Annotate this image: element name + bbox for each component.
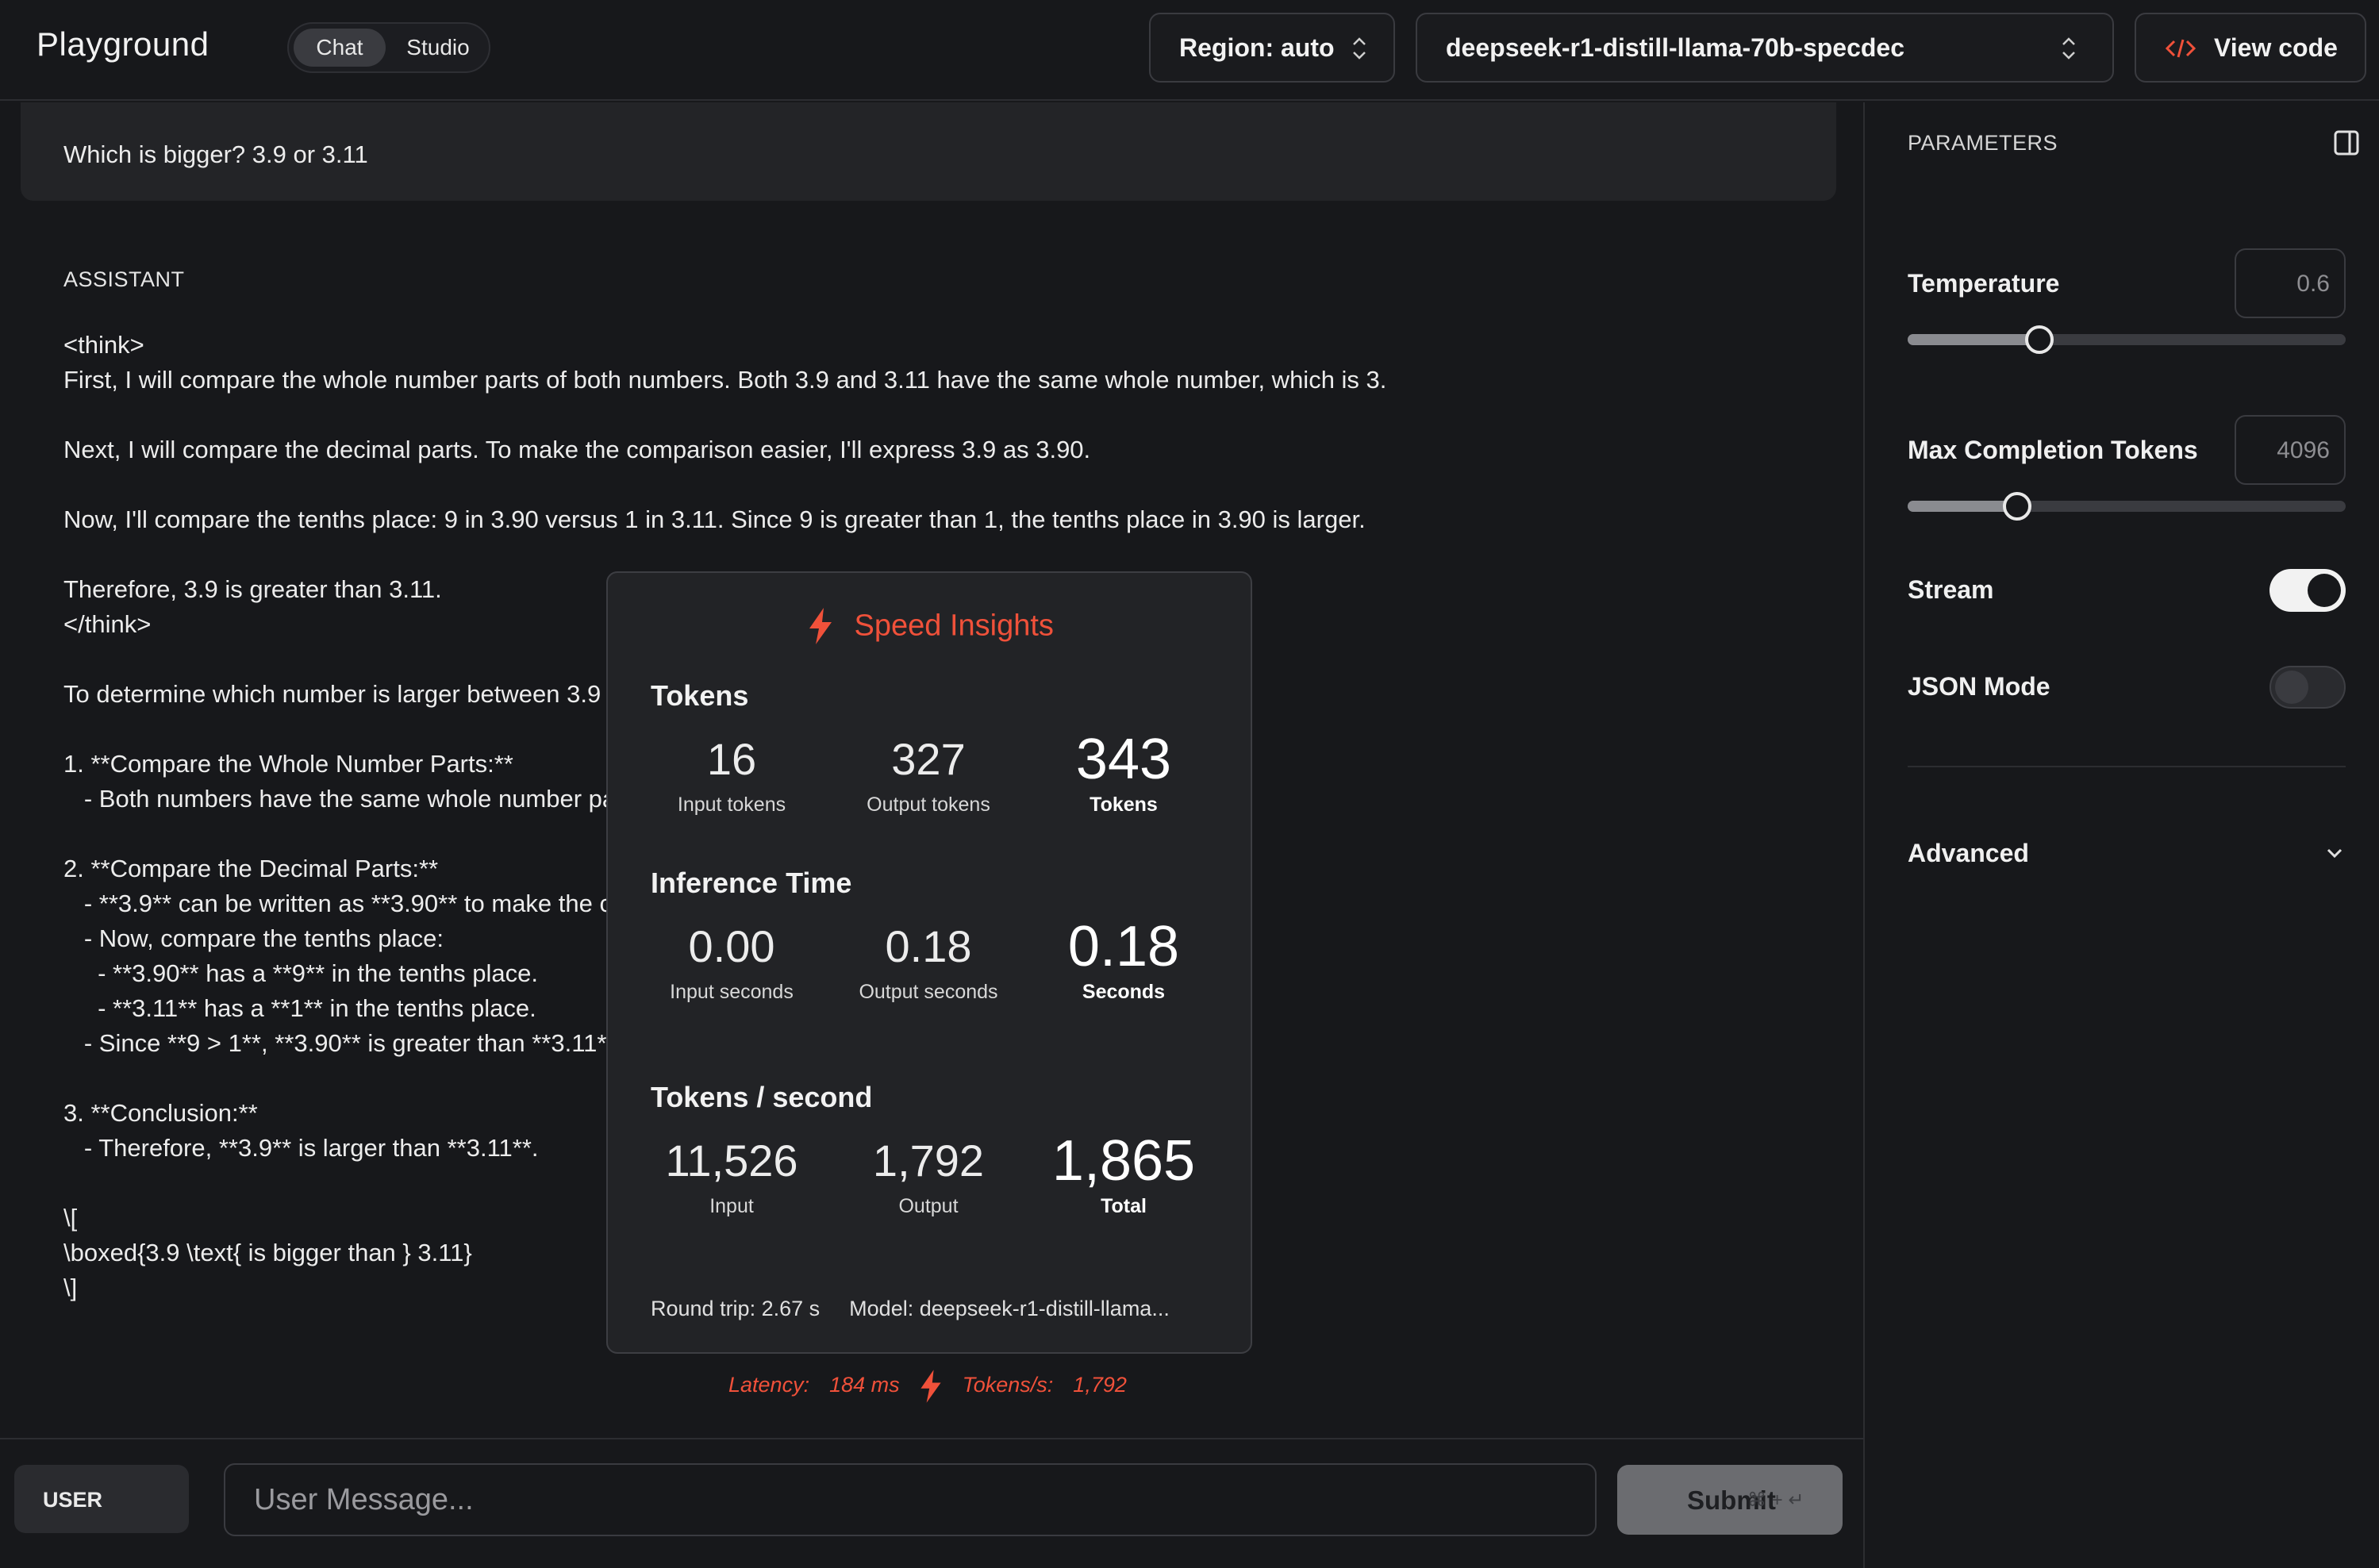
- output-tps-label: Output: [898, 1195, 959, 1217]
- top-bar: Playground Chat Studio Region: auto deep…: [0, 0, 2379, 101]
- temperature-slider[interactable]: [1908, 325, 2346, 354]
- latency-bar[interactable]: Latency: 184 ms Tokens/s: 1,792: [728, 1366, 1127, 1406]
- tokens-per-second-heading: Tokens / second: [651, 1081, 873, 1113]
- total-seconds-value: 0.18: [1067, 915, 1180, 978]
- total-tokens-value: 343: [1075, 728, 1172, 791]
- sidebar-toggle-icon[interactable]: [2333, 129, 2360, 156]
- max-tokens-slider-thumb[interactable]: [2003, 492, 2031, 521]
- model-select[interactable]: deepseek-r1-distill-llama-70b-specdec: [1416, 13, 2114, 83]
- view-code-button[interactable]: View code: [2135, 13, 2366, 83]
- output-seconds-value: 0.18: [885, 921, 972, 971]
- tokens-heading: Tokens: [651, 679, 749, 712]
- assistant-role-label: ASSISTANT: [63, 267, 185, 291]
- round-trip-text: Round trip: 2.67 s: [651, 1297, 821, 1320]
- chevron-updown-icon: [1353, 37, 1366, 60]
- max-tokens-slider-fill: [1908, 501, 2017, 512]
- chevron-down-icon[interactable]: [2323, 842, 2346, 864]
- tokens-per-second-value: 1,792: [1073, 1373, 1127, 1397]
- output-seconds-label: Output seconds: [859, 981, 998, 1003]
- speed-insights-header: Speed Insights: [608, 606, 1251, 646]
- speed-insights-title: Speed Insights: [854, 609, 1054, 643]
- max-tokens-value: 4096: [2277, 437, 2330, 463]
- lightning-icon: [809, 608, 832, 644]
- temperature-input[interactable]: 0.6: [2235, 248, 2346, 318]
- model-text: Model: deepseek-r1-distill-llama...: [849, 1297, 1170, 1320]
- input-tokens-value: 16: [706, 734, 757, 784]
- submit-button[interactable]: Submit ⌘ + ↵: [1617, 1465, 1843, 1535]
- role-label: USER: [43, 1488, 103, 1512]
- composer-bar: USER Submit ⌘ + ↵: [0, 1438, 1863, 1568]
- view-code-label: View code: [2214, 33, 2338, 62]
- input-tokens-stat: 16 Input tokens: [636, 732, 827, 817]
- region-select-label: Region: auto: [1179, 33, 1335, 62]
- region-select[interactable]: Region: auto: [1149, 13, 1395, 83]
- latency-value: 184 ms: [829, 1373, 900, 1397]
- lightning-icon: [920, 1370, 941, 1403]
- input-tps-label: Input: [709, 1195, 754, 1217]
- json-mode-toggle[interactable]: [2269, 666, 2346, 709]
- code-icon: [2165, 39, 2196, 58]
- app-title: Playground: [37, 25, 209, 63]
- speed-insights-footer: Round trip: 2.67 s Model: deepseek-r1-di…: [651, 1297, 1170, 1321]
- user-message: Which is bigger? 3.9 or 3.11: [21, 102, 1836, 201]
- total-tps-value: 1,865: [1051, 1129, 1196, 1193]
- input-seconds-stat: 0.00 Input seconds: [636, 919, 827, 1004]
- stream-label: Stream: [1908, 575, 1994, 604]
- json-mode-label: JSON Mode: [1908, 672, 2050, 701]
- mode-switch: Chat Studio: [287, 22, 490, 73]
- max-tokens-label: Max Completion Tokens: [1908, 436, 2198, 464]
- total-seconds-stat: 0.18 Seconds: [1028, 915, 1219, 1004]
- total-tps-label: Total: [1101, 1195, 1147, 1217]
- speed-insights-panel: Speed Insights Tokens 16 Input tokens 32…: [606, 571, 1252, 1354]
- input-tps-stat: 11,526 Input: [636, 1133, 827, 1218]
- output-tps-stat: 1,792 Output: [833, 1133, 1024, 1218]
- model-select-label: deepseek-r1-distill-llama-70b-specdec: [1446, 33, 1905, 62]
- parameters-title: PARAMETERS: [1908, 131, 2058, 155]
- input-tokens-label: Input tokens: [677, 794, 786, 816]
- temperature-slider-fill: [1908, 334, 2039, 345]
- inference-time-heading: Inference Time: [651, 867, 852, 899]
- sidebar-divider: [1908, 766, 2346, 767]
- temperature-value: 0.6: [2296, 271, 2330, 297]
- stream-toggle[interactable]: [2269, 569, 2346, 612]
- total-seconds-label: Seconds: [1082, 981, 1166, 1003]
- advanced-section-toggle[interactable]: Advanced: [1908, 839, 2029, 868]
- max-tokens-slider[interactable]: [1908, 492, 2346, 521]
- total-tps-stat: 1,865 Total: [1028, 1129, 1219, 1218]
- total-tokens-label: Tokens: [1090, 794, 1158, 816]
- json-mode-toggle-knob: [2275, 671, 2308, 704]
- output-seconds-stat: 0.18 Output seconds: [833, 919, 1024, 1004]
- total-tokens-stat: 343 Tokens: [1028, 728, 1219, 817]
- input-seconds-value: 0.00: [688, 921, 775, 971]
- temperature-label: Temperature: [1908, 269, 2060, 298]
- input-seconds-label: Input seconds: [670, 981, 794, 1003]
- role-toggle-button[interactable]: USER: [14, 1465, 189, 1533]
- max-tokens-input[interactable]: 4096: [2235, 415, 2346, 485]
- tab-chat[interactable]: Chat: [294, 29, 386, 67]
- output-tokens-stat: 327 Output tokens: [833, 732, 1024, 817]
- latency-label: Latency:: [728, 1373, 810, 1397]
- output-tokens-value: 327: [891, 734, 966, 784]
- output-tokens-label: Output tokens: [867, 794, 990, 816]
- tokens-per-second-label: Tokens/s:: [962, 1373, 1054, 1397]
- stream-toggle-knob: [2308, 574, 2341, 607]
- user-message-input[interactable]: [224, 1463, 1597, 1536]
- temperature-slider-thumb[interactable]: [2024, 325, 2054, 354]
- submit-shortcut: ⌘ + ↵: [1747, 1489, 1804, 1511]
- user-message-text: Which is bigger? 3.9 or 3.11: [63, 140, 368, 168]
- parameters-sidebar: PARAMETERS Temperature 0.6 Max Completio…: [1863, 102, 2379, 1568]
- tab-studio[interactable]: Studio: [389, 29, 487, 67]
- input-tps-value: 11,526: [665, 1136, 798, 1186]
- chevron-updown-icon: [2062, 37, 2075, 60]
- output-tps-value: 1,792: [872, 1136, 985, 1186]
